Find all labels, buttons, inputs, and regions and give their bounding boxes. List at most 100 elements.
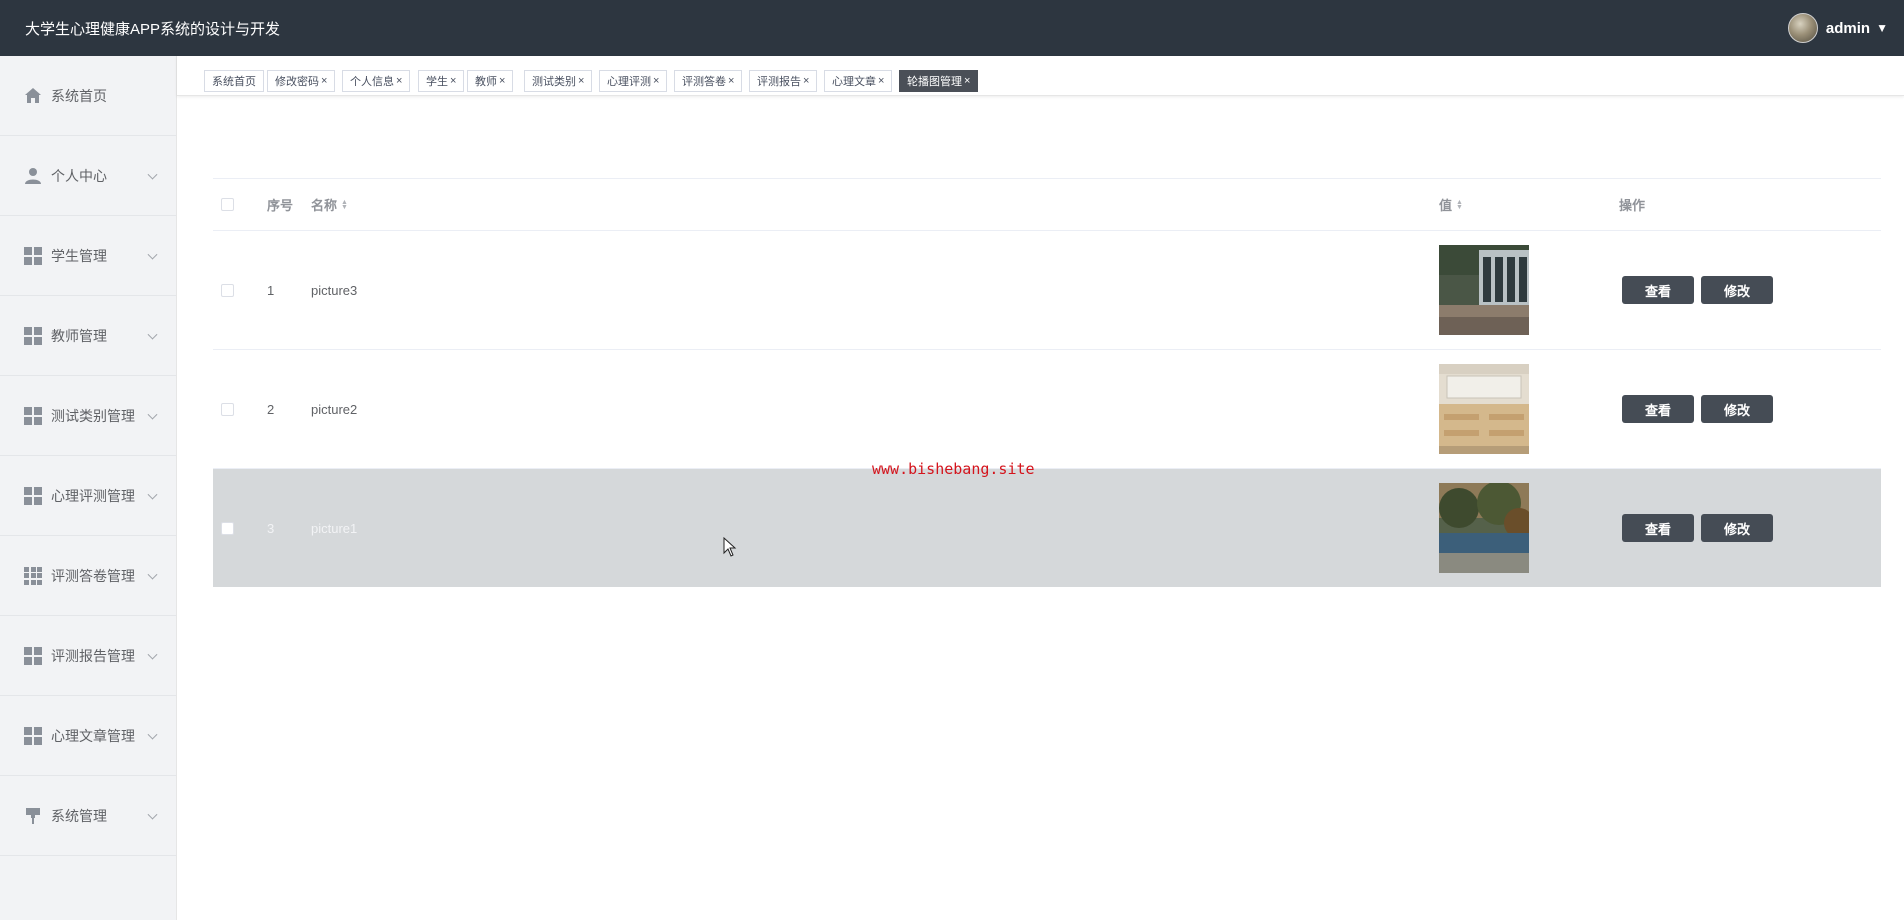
tab-label: 学生: [426, 76, 448, 88]
chevron-down-icon: [147, 729, 158, 740]
sidebar-item-label: 个人中心: [51, 167, 107, 184]
tab-label: 修改密码: [275, 76, 319, 88]
edit-button[interactable]: 修改: [1701, 514, 1773, 542]
tab-change-password[interactable]: 修改密码 ×: [267, 70, 336, 92]
column-index: 序号: [267, 198, 294, 213]
row-checkbox[interactable]: [221, 521, 234, 535]
sidebar-item-test-category-management[interactable]: 测试类别管理: [0, 376, 176, 456]
caret-down-icon[interactable]: ▼: [1876, 21, 1888, 35]
column-name-label: 名称: [311, 198, 338, 213]
sidebar-item-label: 评测答卷管理: [51, 567, 135, 584]
sidebar-item-answer-sheet-management[interactable]: 评测答卷管理: [0, 536, 176, 616]
close-icon[interactable]: ×: [578, 75, 584, 87]
carousel-table: 序号 名称 ▲ ▼ 值 ▲ ▼ 操作 1 picture3 查看 修改 2 pictu: [213, 178, 1881, 587]
row-checkbox[interactable]: [221, 402, 234, 416]
close-icon[interactable]: ×: [450, 75, 456, 87]
tab-label: 个人信息: [350, 76, 394, 88]
sidebar-item-student-management[interactable]: 学生管理: [0, 216, 176, 296]
sidebar-item-label: 测试类别管理: [51, 407, 135, 424]
chevron-down-icon: [147, 249, 158, 260]
close-icon[interactable]: ×: [499, 75, 505, 87]
grid-icon: [24, 486, 42, 505]
column-name[interactable]: 名称 ▲ ▼: [311, 179, 348, 230]
close-icon[interactable]: ×: [321, 75, 327, 87]
grid-icon: [24, 246, 42, 265]
username[interactable]: admin: [1826, 20, 1870, 37]
grid9-icon: [24, 566, 42, 585]
tab-assessment[interactable]: 心理评测 ×: [599, 70, 668, 92]
sidebar-item-label: 心理文章管理: [51, 727, 135, 744]
tab-label: 评测报告: [757, 76, 801, 88]
sidebar-item-label: 系统管理: [51, 807, 107, 824]
sidebar-item-report-management[interactable]: 评测报告管理: [0, 616, 176, 696]
user-avatar[interactable]: [1787, 13, 1818, 43]
chevron-down-icon: [147, 569, 158, 580]
user-menu[interactable]: admin ▼: [1787, 13, 1904, 43]
table-row[interactable]: 1 picture3 查看 修改: [213, 231, 1881, 350]
tab-label: 测试类别: [532, 76, 576, 88]
view-button[interactable]: 查看: [1622, 276, 1694, 304]
sort-icon[interactable]: ▲ ▼: [1456, 199, 1463, 211]
view-button[interactable]: 查看: [1622, 514, 1694, 542]
row-name: picture2: [311, 401, 358, 417]
row-name: picture3: [311, 282, 358, 298]
tab-answer-sheet[interactable]: 评测答卷 ×: [674, 70, 743, 92]
chevron-down-icon: [147, 809, 158, 820]
sidebar-item-personal-center[interactable]: 个人中心: [0, 136, 176, 216]
column-value[interactable]: 值 ▲ ▼: [1439, 179, 1463, 230]
chevron-down-icon: [147, 329, 158, 340]
tab-label: 系统首页: [212, 76, 256, 88]
tab-label: 评测答卷: [682, 76, 726, 88]
close-icon[interactable]: ×: [653, 75, 659, 87]
close-icon[interactable]: ×: [964, 75, 970, 87]
mouse-cursor-icon: [723, 537, 737, 557]
grid-icon: [24, 406, 42, 425]
edit-button[interactable]: 修改: [1701, 395, 1773, 423]
sidebar-item-assessment-management[interactable]: 心理评测管理: [0, 456, 176, 536]
sidebar-item-label: 教师管理: [51, 327, 107, 344]
table-row[interactable]: 2 picture2 查看 修改: [213, 350, 1881, 469]
tab-home[interactable]: 系统首页: [204, 70, 264, 92]
tab-carousel-management[interactable]: 轮播图管理 ×: [899, 70, 979, 92]
row-index: 1: [267, 282, 275, 298]
tabs-bar: 系统首页 修改密码 × 个人信息 × 学生 × 教师 × 测试类别 × 心理评测 × 评测答…: [177, 56, 1904, 96]
row-index: 3: [267, 520, 275, 536]
sort-icon[interactable]: ▲ ▼: [341, 199, 348, 211]
row-index: 2: [267, 401, 275, 417]
watermark-text: www.bishebang.site: [872, 460, 1035, 478]
tab-teacher[interactable]: 教师 ×: [467, 70, 514, 92]
close-icon[interactable]: ×: [878, 75, 884, 87]
outdoor-building-image: [1439, 245, 1529, 335]
row-checkbox[interactable]: [221, 283, 234, 297]
sidebar-item-label: 学生管理: [51, 247, 107, 264]
sidebar-item-teacher-management[interactable]: 教师管理: [0, 296, 176, 376]
edit-button[interactable]: 修改: [1701, 276, 1773, 304]
sidebar-item-label: 心理评测管理: [51, 487, 135, 504]
table-header: 序号 名称 ▲ ▼ 值 ▲ ▼ 操作: [213, 178, 1881, 231]
sidebar: 系统首页 个人中心 学生管理 教师管理 测试类别管理 心理评测管理 评测答卷管理…: [0, 56, 177, 920]
close-icon[interactable]: ×: [728, 75, 734, 87]
close-icon[interactable]: ×: [396, 75, 402, 87]
sidebar-item-system-management[interactable]: 系统管理: [0, 776, 176, 856]
select-all-checkbox[interactable]: [221, 198, 234, 211]
grid-icon: [24, 326, 42, 345]
tab-label: 心理文章: [832, 76, 876, 88]
paint-roller-icon: [26, 807, 40, 824]
tab-label: 轮播图管理: [907, 76, 962, 88]
tab-student[interactable]: 学生 ×: [418, 70, 465, 92]
app-title: 大学生心理健康APP系统的设计与开发: [25, 20, 281, 38]
table-row[interactable]: 3 picture1 查看 修改: [213, 469, 1881, 587]
view-button[interactable]: 查看: [1622, 395, 1694, 423]
top-navbar: 大学生心理健康APP系统的设计与开发 admin ▼: [0, 0, 1904, 56]
tab-personal-info[interactable]: 个人信息 ×: [342, 70, 411, 92]
row-name: picture1: [311, 520, 358, 536]
tab-report[interactable]: 评测报告 ×: [749, 70, 818, 92]
tab-test-category[interactable]: 测试类别 ×: [524, 70, 593, 92]
column-value-label: 值: [1439, 198, 1453, 213]
close-icon[interactable]: ×: [803, 75, 809, 87]
park-trees-image: [1439, 483, 1529, 573]
sidebar-item-home[interactable]: 系统首页: [0, 56, 176, 136]
tab-article[interactable]: 心理文章 ×: [824, 70, 893, 92]
sidebar-item-article-management[interactable]: 心理文章管理: [0, 696, 176, 776]
classroom-image: [1439, 364, 1529, 454]
